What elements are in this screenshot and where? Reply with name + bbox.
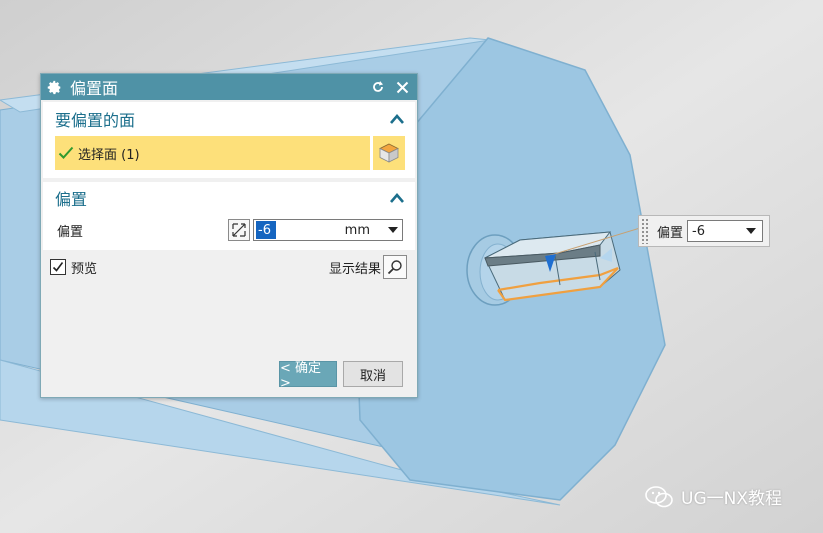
section-offset-title: 偏置 [55,190,88,209]
section-faces-to-offset: 要偏置的面 选择面 (1) [43,102,415,178]
select-face-field[interactable]: 选择面 (1) [55,136,370,170]
section-faces-title: 要偏置的面 [55,111,136,130]
section-faces-header[interactable]: 要偏置的面 [43,102,415,136]
onscreen-offset-label: 偏置 [657,225,684,241]
face-cube-icon [379,143,399,163]
offset-value-input[interactable] [256,221,276,239]
section-offset-header[interactable]: 偏置 [43,182,415,214]
checkmark-icon [52,262,64,272]
reverse-direction-button[interactable] [228,219,250,241]
onscreen-offset-value: -6 [692,223,705,239]
watermark-text: UG一NX教程 [681,489,782,509]
watermark: UG一NX教程 [645,484,782,509]
unit-dropdown[interactable]: mm [276,223,402,238]
wechat-icon [645,485,673,507]
drag-grip-icon[interactable] [641,218,649,244]
preview-checkbox[interactable] [50,259,66,275]
select-face-label: 选择面 (1) [78,147,140,163]
gear-icon [47,80,62,95]
cancel-button[interactable]: 取消 [343,361,403,387]
section-offset: 偏置 偏置 mm [43,182,415,250]
reverse-direction-icon [232,223,246,237]
show-result-label: 显示结果 [328,261,381,277]
offset-value-row: 偏置 mm [43,214,415,246]
close-icon [396,81,408,93]
onscreen-offset-input[interactable]: -6 [687,220,764,242]
unit-label: mm [344,222,370,238]
offset-input-field: mm [253,219,403,241]
magnifier-icon [387,260,402,275]
face-selection-button[interactable] [373,136,405,170]
dropdown-arrow-icon [388,227,398,233]
onscreen-offset-panel: 偏置 -6 [638,215,770,247]
select-face-row: 选择面 (1) [55,136,405,170]
offset-face-dialog: 偏置面 要偏置的面 选择面 (1) 偏置 偏置 -6 mm 预览 显示结果 < … [40,73,418,398]
preview-row: 预览 显示结果 [41,250,417,284]
preview-label: 预览 [71,261,98,277]
dropdown-arrow-icon[interactable] [746,228,757,234]
close-button[interactable] [393,78,411,96]
ok-button[interactable]: < 确定 > [279,361,337,391]
chevron-up-icon[interactable] [389,191,405,205]
chevron-up-icon[interactable] [389,112,405,126]
dialog-title-bar[interactable]: 偏置面 [41,74,417,100]
reset-icon [373,81,383,92]
checkmark-icon [58,146,74,159]
offset-label: 偏置 [57,224,84,240]
show-result-button[interactable] [383,255,407,279]
reset-button[interactable] [369,78,387,96]
dialog-title: 偏置面 [70,79,119,98]
